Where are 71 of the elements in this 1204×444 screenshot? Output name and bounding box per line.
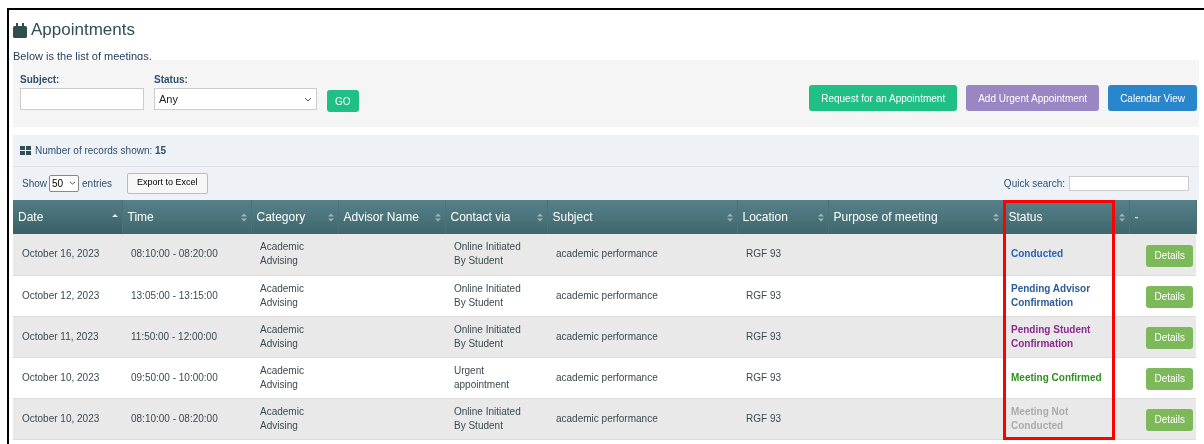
sort-icon[interactable] xyxy=(536,212,543,222)
location-cell-text: RGF 93 xyxy=(746,247,782,262)
subject-cell-text: academic performance xyxy=(556,288,659,303)
contact-cell-text: Online Initiated By Student xyxy=(454,404,522,433)
date-cell-text: October 11, 2023 xyxy=(22,329,100,344)
records-count: Number of records shown: 15 xyxy=(35,144,167,158)
column-header[interactable]: Date xyxy=(13,200,122,234)
time-cell-text: 11:50:00 - 12:00:00 xyxy=(131,329,218,344)
column-header[interactable]: Time xyxy=(122,200,251,234)
column-header[interactable]: Contact via xyxy=(445,200,547,234)
quick-search-field[interactable] xyxy=(1069,175,1189,191)
entries-select[interactable]: 50 xyxy=(49,174,79,192)
sort-icon[interactable] xyxy=(327,212,334,222)
subject-cell-text: academic performance xyxy=(556,411,659,426)
status-text: Pending Student Confirmation xyxy=(1011,322,1092,351)
time-cell-text: 13:05:00 - 13:15:00 xyxy=(131,288,219,303)
status-text: Meeting Confirmed xyxy=(1011,370,1103,385)
sort-icon[interactable] xyxy=(992,212,999,222)
export-button[interactable]: Export to Excel xyxy=(127,172,208,194)
column-header[interactable]: Purpose of meeting xyxy=(828,200,1003,234)
date-cell-text: October 10, 2023 xyxy=(22,411,101,426)
status-text: Conducted xyxy=(1011,247,1065,262)
intro-text: Below is the list of meetings. xyxy=(13,50,152,62)
contact-cell-text: Online Initiated By Student xyxy=(454,281,522,310)
location-cell-text: RGF 93 xyxy=(746,329,782,344)
column-header[interactable]: Location xyxy=(737,200,828,234)
category-cell-text: Academic Advising xyxy=(260,363,305,392)
date-cell-text: October 12, 2023 xyxy=(22,288,101,303)
time-cell-text: 09:50:00 - 10:00:00 xyxy=(131,370,219,385)
location-cell-text: RGF 93 xyxy=(746,370,782,385)
category-cell-text: Academic Advising xyxy=(260,281,305,310)
date-cell-text: October 16, 2023 xyxy=(22,247,101,262)
sort-icon[interactable] xyxy=(817,212,824,222)
location-cell-text: RGF 93 xyxy=(746,288,782,303)
appointment-button[interactable]: Add Urgent Appointment xyxy=(966,85,1100,111)
page-title: Appointments xyxy=(31,19,135,42)
entries-label: entries xyxy=(82,176,113,191)
chevron-down-icon xyxy=(69,181,76,185)
status-text: Meeting Not Conducted xyxy=(1011,404,1070,433)
show-label: Show xyxy=(22,176,47,191)
contact-cell-text: Online Initiated By Student xyxy=(454,240,522,269)
status-select[interactable]: Any xyxy=(154,88,317,110)
category-cell-text: Academic Advising xyxy=(260,404,305,433)
category-cell-text: Academic Advising xyxy=(260,322,305,351)
time-cell-text: 08:10:00 - 08:20:00 xyxy=(131,247,219,262)
sort-icon[interactable] xyxy=(434,212,441,222)
chevron-down-icon xyxy=(304,96,312,102)
field-label: Status: xyxy=(154,73,189,87)
calendar-view-button[interactable]: Calendar View xyxy=(1108,85,1197,111)
column-header[interactable]: Category xyxy=(251,200,338,234)
contact-cell-text: Online Initiated By Student xyxy=(454,322,522,351)
grid-icon xyxy=(20,146,31,155)
quick-search-label: Quick search: xyxy=(1003,176,1065,191)
contact-cell-text: Urgent appointment xyxy=(454,363,511,392)
date-cell-text: October 10, 2023 xyxy=(22,370,101,385)
subject-cell-text: academic performance xyxy=(556,247,659,262)
time-cell-text: 08:10:00 - 08:20:00 xyxy=(131,411,219,426)
sort-icon[interactable] xyxy=(1118,212,1125,222)
calendar-icon xyxy=(13,22,27,38)
category-cell-text: Academic Advising xyxy=(260,240,305,269)
column-header[interactable]: - xyxy=(1129,200,1196,234)
sort-icon[interactable] xyxy=(240,212,247,222)
sort-icon[interactable] xyxy=(726,212,733,222)
subject-field[interactable] xyxy=(20,88,144,110)
subject-cell-text: academic performance xyxy=(556,370,659,385)
field-label: Subject: xyxy=(20,73,61,87)
column-header[interactable]: Subject xyxy=(547,200,737,234)
location-cell-text: RGF 93 xyxy=(746,411,782,426)
column-header[interactable]: Advisor Name xyxy=(338,200,445,234)
subject-cell-text: academic performance xyxy=(556,329,659,344)
status-text: Pending Advisor Confirmation xyxy=(1011,281,1092,310)
